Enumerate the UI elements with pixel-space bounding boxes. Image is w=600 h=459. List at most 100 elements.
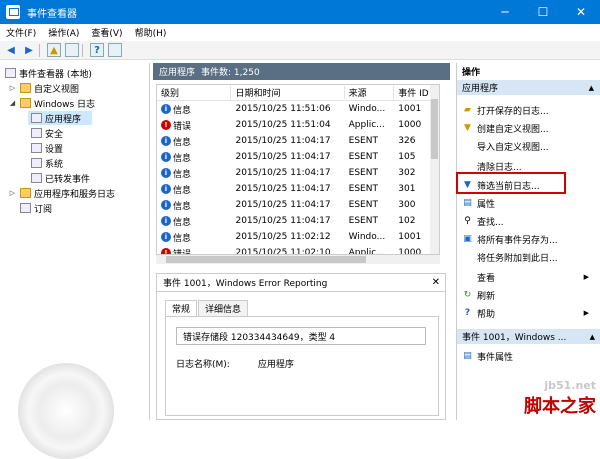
filter-create-icon: ▼ — [464, 123, 471, 133]
chevron-right-icon[interactable]: ▷ — [8, 84, 17, 92]
actions-section-event[interactable]: 事件 1001，Windows ... ▲ — [457, 329, 600, 344]
action-attach-task[interactable]: 将任务附加到此日... — [459, 248, 589, 266]
highlight-box — [456, 172, 566, 194]
action-pane-icon[interactable] — [108, 43, 122, 57]
back-arrow-icon[interactable]: ◀ — [4, 43, 18, 57]
up-folder-icon[interactable]: ▲ — [47, 43, 61, 57]
log-header: 应用程序 事件数: 1,250 — [153, 63, 450, 80]
close-icon[interactable]: ✕ — [432, 277, 440, 288]
tree-forwarded-events[interactable]: 已转发事件 — [28, 171, 90, 185]
table-row[interactable]: i 信息 2015/10/25 11:04:17 ESENT 301 — [157, 181, 439, 197]
event-list-header: 级别 日期和时间 来源 事件 ID — [157, 85, 439, 101]
cell-datetime: 2015/10/25 11:04:17 — [235, 184, 331, 194]
table-row[interactable]: i 信息 2015/10/25 11:51:06 Windo... 1001 — [157, 101, 439, 117]
menu-bar: 文件(F) 操作(A) 查看(V) 帮助(H) — [0, 24, 600, 41]
event-count: 事件数: 1,250 — [201, 68, 260, 78]
blank-icon — [462, 252, 473, 263]
refresh-icon: ↻ — [463, 290, 472, 300]
cell-datetime: 2015/10/25 11:04:17 — [235, 152, 331, 162]
cell-source: ESENT — [348, 216, 378, 226]
menu-help[interactable]: 帮助(H) — [129, 26, 173, 39]
menu-action[interactable]: 操作(A) — [42, 26, 85, 39]
cell-datetime: 2015/10/25 11:51:06 — [235, 104, 331, 114]
menu-view[interactable]: 查看(V) — [85, 26, 128, 39]
column-level[interactable]: 级别 — [157, 86, 232, 99]
console-tree: 事件查看器 (本地) ▷ 自定义视图 ◢ Windows 日志 应用程序 安全 … — [0, 63, 150, 459]
forward-arrow-icon[interactable]: ▶ — [22, 43, 36, 57]
chevron-down-icon[interactable]: ◢ — [8, 99, 17, 107]
table-row[interactable]: i 信息 2015/10/25 11:02:12 Windo... 1001 — [157, 229, 439, 245]
console-tree-icon[interactable] — [65, 43, 79, 57]
close-button[interactable]: ✕ — [562, 0, 600, 24]
cell-datetime: 2015/10/25 11:04:17 — [235, 216, 331, 226]
watermark-site: jb51.net — [544, 379, 596, 392]
info-icon: i — [161, 104, 171, 114]
cell-level: i 信息 — [157, 231, 231, 244]
cell-datetime: 2015/10/25 11:51:04 — [235, 120, 331, 130]
info-icon: i — [161, 232, 171, 242]
tree-windows-logs[interactable]: ◢ Windows 日志 — [8, 96, 95, 110]
info-icon: i — [161, 216, 171, 226]
vertical-scrollbar[interactable] — [430, 85, 439, 254]
cell-datetime: 2015/10/25 11:04:17 — [235, 168, 331, 178]
event-description[interactable]: 错误存储段 120334434649，类型 4 — [176, 327, 426, 345]
action-view[interactable]: 查看 ▶ — [459, 268, 589, 286]
cell-level: i 信息 — [157, 215, 231, 228]
horizontal-scrollbar[interactable] — [156, 255, 440, 264]
tree-custom-views[interactable]: ▷ 自定义视图 — [8, 81, 79, 95]
tree-security[interactable]: 安全 — [28, 126, 63, 140]
action-find[interactable]: ⚲ 查找... — [459, 212, 589, 230]
tab-general[interactable]: 常规 — [165, 300, 198, 316]
action-help[interactable]: ? 帮助 ▶ — [459, 304, 589, 322]
log-icon — [31, 173, 42, 183]
action-open-saved-log[interactable]: ▰ 打开保存的日志... — [459, 101, 589, 119]
actions-section-application[interactable]: 应用程序 ▲ — [457, 80, 600, 95]
cell-datetime: 2015/10/25 11:04:17 — [235, 136, 331, 146]
help-icon[interactable]: ? — [90, 43, 104, 57]
table-row[interactable]: i 信息 2015/10/25 11:04:17 ESENT 302 — [157, 165, 439, 181]
table-row[interactable]: ! 错误 2015/10/25 11:51:04 Applic... 1000 — [157, 117, 439, 133]
menu-file[interactable]: 文件(F) — [0, 26, 42, 39]
table-row[interactable]: i 信息 2015/10/25 11:04:17 ESENT 105 — [157, 149, 439, 165]
action-save-all-events[interactable]: ▣ 将所有事件另存为... — [459, 230, 589, 248]
tree-application[interactable]: 应用程序 — [28, 111, 92, 125]
info-icon: i — [161, 136, 171, 146]
log-icon — [31, 128, 42, 138]
action-create-custom-view[interactable]: ▼ 创建自定义视图... — [459, 119, 589, 137]
collapse-up-icon[interactable]: ▲ — [589, 84, 594, 92]
tab-details[interactable]: 详细信息 — [198, 300, 249, 316]
tree-system[interactable]: 系统 — [28, 156, 63, 170]
cell-level: i 信息 — [157, 167, 231, 180]
tree-subscriptions[interactable]: 订阅 — [17, 201, 52, 215]
cell-datetime: 2015/10/25 11:04:17 — [235, 200, 331, 210]
error-icon: ! — [161, 120, 171, 130]
cell-level: i 信息 — [157, 199, 231, 212]
info-icon: i — [161, 184, 171, 194]
submenu-arrow-icon: ▶ — [583, 309, 589, 317]
tree-apps-services-logs[interactable]: ▷ 应用程序和服务日志 — [8, 186, 115, 200]
action-refresh[interactable]: ↻ 刷新 — [459, 286, 589, 304]
blank-icon — [462, 161, 473, 172]
action-event-properties[interactable]: ▤ 事件属性 — [459, 347, 589, 365]
minimize-button[interactable]: ─ — [486, 0, 524, 24]
collapse-up-icon[interactable]: ▲ — [590, 333, 595, 341]
column-source[interactable]: 来源 — [345, 86, 395, 99]
table-row[interactable]: i 信息 2015/10/25 11:04:17 ESENT 102 — [157, 213, 439, 229]
maximize-button[interactable]: ☐ — [524, 0, 562, 24]
cell-level: ! 错误 — [157, 247, 231, 254]
table-row[interactable]: ! 错误 2015/10/25 11:02:10 Applic... 1000 — [157, 245, 439, 254]
action-properties[interactable]: ▤ 属性 — [459, 194, 589, 212]
tree-setup[interactable]: 设置 — [28, 141, 63, 155]
properties-icon: ▤ — [463, 198, 472, 208]
chevron-right-icon[interactable]: ▷ — [8, 189, 17, 197]
toolbar-separator — [82, 43, 83, 57]
tree-root[interactable]: 事件查看器 (本地) — [2, 66, 92, 80]
table-row[interactable]: i 信息 2015/10/25 11:04:17 ESENT 326 — [157, 133, 439, 149]
save-icon: ▣ — [463, 234, 472, 244]
error-icon: ! — [161, 248, 171, 254]
action-import-custom-view[interactable]: 导入自定义视图... — [459, 137, 589, 155]
event-detail-title: 事件 1001，Windows Error Reporting ✕ — [157, 274, 445, 292]
table-row[interactable]: i 信息 2015/10/25 11:04:17 ESENT 300 — [157, 197, 439, 213]
column-datetime[interactable]: 日期和时间 — [231, 86, 345, 99]
toolbar-separator — [39, 43, 40, 57]
